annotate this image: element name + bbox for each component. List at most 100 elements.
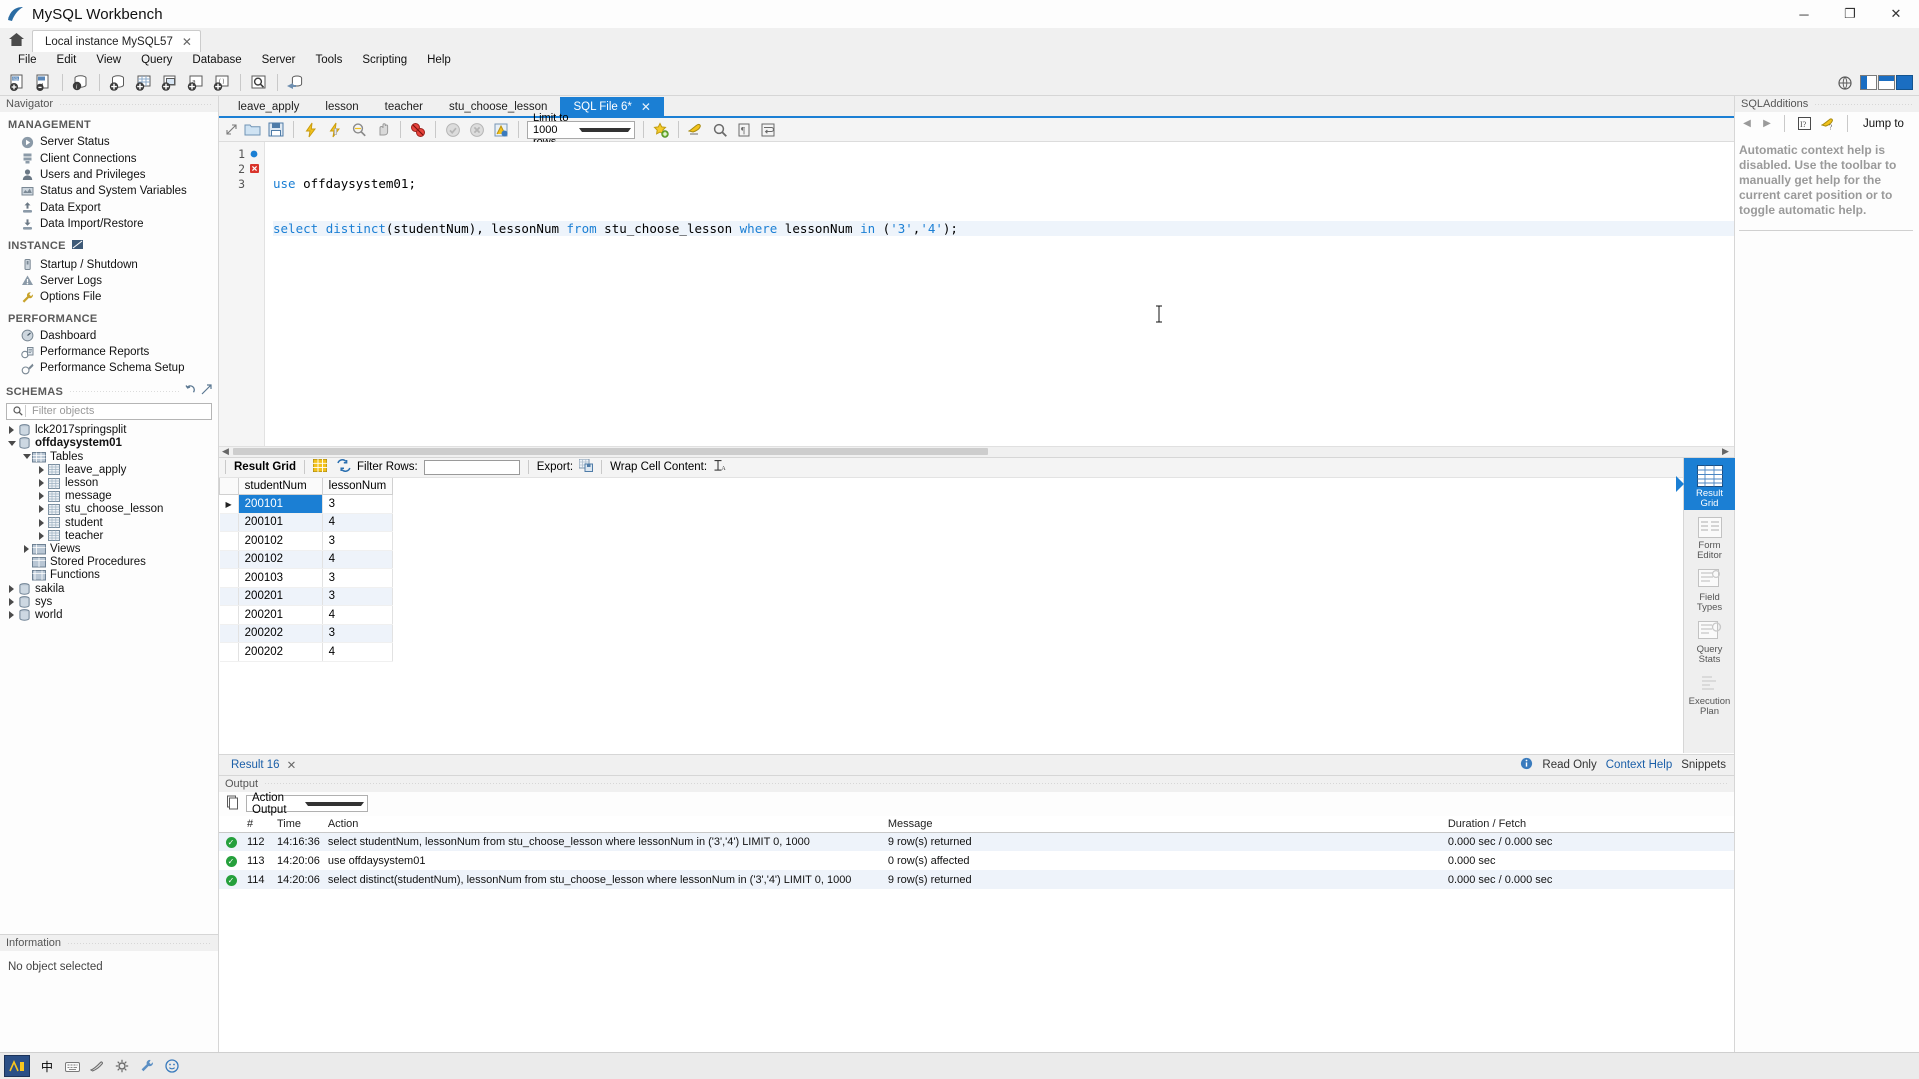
row-marker[interactable] bbox=[219, 531, 239, 551]
tree-toggle-icon[interactable] bbox=[6, 610, 17, 619]
minimize-button[interactable]: ─ bbox=[1781, 0, 1827, 28]
cell-studentnum[interactable]: 200202 bbox=[238, 642, 323, 662]
cell-lessonnum[interactable]: 3 bbox=[322, 494, 394, 514]
refresh-grid-icon[interactable] bbox=[337, 459, 351, 475]
schema-tree-item[interactable]: lesson bbox=[0, 476, 218, 489]
tree-toggle-icon[interactable] bbox=[21, 454, 32, 460]
row-marker[interactable] bbox=[219, 550, 239, 569]
open-sql-script-icon[interactable] bbox=[31, 72, 56, 94]
table-row[interactable]: 200102 3 bbox=[219, 531, 394, 551]
output-row[interactable]: ✓ 114 14:20:06 select distinct(studentNum),… bbox=[219, 870, 1734, 889]
reconnect-server-icon[interactable] bbox=[283, 72, 308, 94]
back-icon[interactable]: ◀ bbox=[1739, 118, 1755, 129]
menu-tools[interactable]: Tools bbox=[306, 51, 353, 70]
save-snippet-icon[interactable] bbox=[649, 119, 673, 140]
result-tab[interactable]: Result 16 ✕ bbox=[225, 758, 302, 772]
toggle-word-wrap-icon[interactable] bbox=[756, 119, 780, 140]
home-icon[interactable] bbox=[0, 28, 32, 51]
side-tab-form-editor[interactable]: Form Editor bbox=[1684, 510, 1735, 562]
connection-info-icon[interactable]: i bbox=[68, 72, 93, 94]
column-header-lessonnum[interactable]: lessonNum bbox=[321, 477, 394, 495]
tree-toggle-icon[interactable] bbox=[6, 440, 17, 446]
schema-tree-item[interactable]: sakila bbox=[0, 582, 218, 595]
toggle-output-button[interactable] bbox=[1878, 75, 1895, 90]
menu-database[interactable]: Database bbox=[182, 51, 251, 70]
explain-statement-icon[interactable] bbox=[347, 119, 371, 140]
cell-lessonnum[interactable]: 4 bbox=[322, 513, 394, 532]
error-marker-icon[interactable] bbox=[248, 161, 260, 176]
schema-tree-item[interactable]: message bbox=[0, 490, 218, 503]
cell-studentnum[interactable]: 200201 bbox=[238, 587, 323, 606]
new-table-icon[interactable] bbox=[131, 72, 156, 94]
output-type-icon[interactable] bbox=[225, 795, 240, 813]
bookmark-marker-icon[interactable] bbox=[248, 146, 260, 161]
ime-mode-label[interactable]: 中 bbox=[39, 1058, 55, 1074]
tree-toggle-icon[interactable] bbox=[6, 584, 17, 593]
new-procedure-icon[interactable]: a bbox=[183, 72, 208, 94]
schema-tree-item[interactable]: world bbox=[0, 608, 218, 621]
row-marker[interactable] bbox=[219, 605, 239, 625]
schema-tree-item[interactable]: offdaysystem01 bbox=[0, 437, 218, 450]
tree-toggle-icon[interactable] bbox=[6, 426, 17, 435]
tree-toggle-icon[interactable] bbox=[36, 505, 47, 514]
execute-current-statement-icon[interactable] bbox=[323, 119, 347, 140]
export-icon[interactable] bbox=[578, 458, 594, 475]
sidebar-item-status-system-variables[interactable]: Status and System Variables bbox=[0, 183, 218, 199]
search-data-icon[interactable] bbox=[246, 72, 271, 94]
find-icon[interactable] bbox=[708, 119, 732, 140]
row-marker[interactable] bbox=[219, 568, 239, 588]
result-tab-close-icon[interactable]: ✕ bbox=[287, 758, 297, 772]
tree-toggle-icon[interactable] bbox=[21, 544, 32, 553]
table-row[interactable]: 200201 4 bbox=[219, 605, 394, 625]
toggle-secondary-sidebar-button[interactable] bbox=[1896, 75, 1913, 90]
output-type-select[interactable]: Action Output bbox=[246, 792, 368, 816]
cell-lessonnum[interactable]: 4 bbox=[322, 550, 394, 569]
context-help-icon[interactable]: I? bbox=[1794, 115, 1814, 133]
menu-scripting[interactable]: Scripting bbox=[352, 51, 417, 70]
jump-to-label[interactable]: Jump to bbox=[1863, 118, 1904, 130]
table-row[interactable]: 200201 3 bbox=[219, 587, 394, 606]
tab-close-icon[interactable]: ✕ bbox=[641, 100, 651, 114]
cell-studentnum[interactable]: 200103 bbox=[238, 568, 323, 588]
new-view-icon[interactable] bbox=[157, 72, 182, 94]
sidebar-item-dashboard[interactable]: Dashboard bbox=[0, 328, 218, 344]
snippets-tab[interactable]: Snippets bbox=[1681, 759, 1726, 771]
table-row[interactable]: 200103 3 bbox=[219, 568, 394, 588]
cell-lessonnum[interactable]: 3 bbox=[322, 568, 394, 588]
schema-tree-item[interactable]: student bbox=[0, 516, 218, 529]
editor-code-text[interactable]: use offdaysystem01; select distinct(stud… bbox=[265, 142, 1734, 446]
tree-toggle-icon[interactable] bbox=[36, 465, 47, 474]
sidebar-item-performance-reports[interactable]: Performance Reports bbox=[0, 344, 218, 360]
sidebar-item-performance-schema-setup[interactable]: Performance Schema Setup bbox=[0, 360, 218, 376]
menu-view[interactable]: View bbox=[86, 51, 131, 70]
column-header-studentnum[interactable]: studentNum bbox=[237, 477, 323, 495]
menu-edit[interactable]: Edit bbox=[47, 51, 87, 70]
table-row[interactable]: 200101 4 bbox=[219, 513, 394, 532]
row-marker[interactable]: ▶ bbox=[219, 494, 239, 514]
cell-lessonnum[interactable]: 3 bbox=[322, 624, 394, 643]
ime-handwriting-icon[interactable] bbox=[89, 1058, 105, 1074]
toggle-autocommit-icon[interactable] bbox=[489, 119, 513, 140]
tab-teacher[interactable]: teacher bbox=[372, 97, 436, 116]
scrollbar-thumb[interactable] bbox=[233, 448, 988, 455]
sidebar-item-users-privileges[interactable]: Users and Privileges bbox=[0, 167, 218, 183]
new-schema-icon[interactable] bbox=[105, 72, 130, 94]
tree-toggle-icon[interactable] bbox=[36, 531, 47, 540]
open-script-icon[interactable] bbox=[240, 119, 264, 140]
output-row[interactable]: ✓ 112 14:16:36 select studentNum, lessonNum… bbox=[219, 832, 1734, 851]
table-row[interactable]: 200102 4 bbox=[219, 550, 394, 569]
row-limit-select[interactable]: Limit to 1000 rows bbox=[527, 112, 635, 148]
filter-rows-input[interactable] bbox=[423, 459, 520, 475]
side-tab-execution-plan[interactable]: Execution Plan bbox=[1684, 666, 1735, 718]
menu-file[interactable]: File bbox=[8, 51, 47, 70]
cell-studentnum[interactable]: 200201 bbox=[238, 605, 323, 625]
tab-leave-apply[interactable]: leave_apply bbox=[225, 97, 312, 116]
sidebar-item-server-status[interactable]: Server Status bbox=[0, 134, 218, 150]
table-row[interactable]: ▶ 200101 3 bbox=[219, 494, 394, 514]
grid-view-icon[interactable] bbox=[312, 458, 328, 475]
rollback-transaction-icon[interactable] bbox=[465, 119, 489, 140]
new-function-icon[interactable]: () bbox=[209, 72, 234, 94]
context-help-tab[interactable]: Context Help bbox=[1606, 759, 1672, 771]
menu-query[interactable]: Query bbox=[131, 51, 182, 70]
side-tab-field-types[interactable]: Field Types bbox=[1684, 562, 1735, 614]
